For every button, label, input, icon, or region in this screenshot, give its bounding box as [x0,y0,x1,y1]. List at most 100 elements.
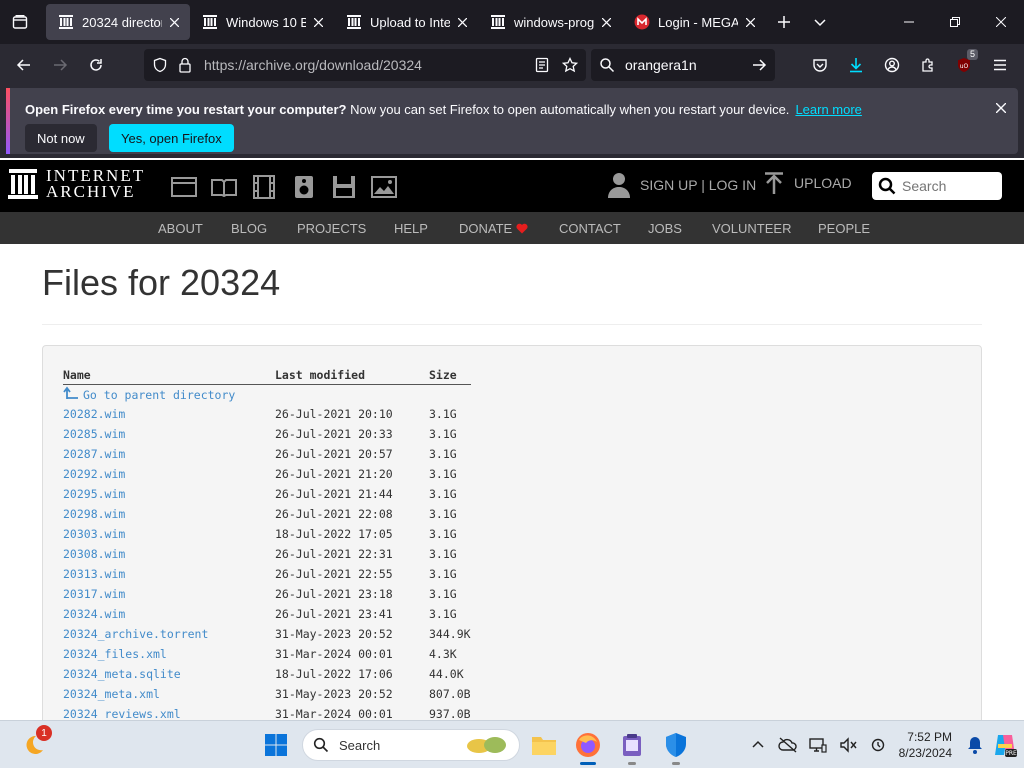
lock-icon[interactable] [178,57,192,73]
widgets-button[interactable]: 1 [18,725,52,761]
bookmark-star-icon[interactable] [562,57,578,73]
file-link[interactable]: 20324_meta.xml [63,687,160,701]
audio-media-button[interactable] [284,174,324,200]
ia-signin[interactable]: SIGN UP | LOG IN [608,172,756,198]
defender-taskbar-button[interactable] [660,729,692,765]
file-link[interactable]: 20317.wim [63,587,125,601]
nav-volunteer[interactable]: VOLUNTEER [712,221,791,236]
file-link[interactable]: 20308.wim [63,547,125,561]
texts-media-button[interactable] [204,174,244,200]
browser-tab[interactable]: Upload to Intern [334,4,478,40]
yes-open-firefox-button[interactable]: Yes, open Firefox [109,124,234,152]
nav-projects[interactable]: PROJECTS [297,221,366,236]
nav-contact[interactable]: CONTACT [559,221,621,236]
software-media-button[interactable] [324,174,364,200]
web-media-button[interactable] [164,174,204,200]
table-row: 20308.wim 26-Jul-2021 22:31 3.1G [63,544,471,564]
volume-button[interactable] [833,730,863,760]
file-link[interactable]: 20282.wim [63,407,125,421]
up-arrow-icon [63,386,78,400]
file-link[interactable]: 20324_meta.sqlite [63,667,181,681]
ia-upload[interactable]: UPLOAD [764,172,852,194]
new-tab-button[interactable] [766,4,802,40]
nav-jobs[interactable]: JOBS [648,221,682,236]
file-link[interactable]: 20303.wim [63,527,125,541]
file-link[interactable]: 20295.wim [63,487,125,501]
svg-text:PRE: PRE [1005,750,1017,757]
tab-close-button[interactable] [454,14,470,30]
downloads-button[interactable] [838,49,874,81]
search-query[interactable]: orangera1n [625,57,751,73]
show-hidden-icons-button[interactable] [743,730,773,760]
go-arrow-icon[interactable] [751,57,767,73]
file-explorer-button[interactable] [528,729,560,761]
notification-close-button[interactable] [995,100,1007,117]
parent-directory-link[interactable]: Go to parent directory [63,386,235,402]
account-button[interactable] [874,49,910,81]
tab-close-button[interactable] [166,14,182,30]
file-link[interactable]: 20324_files.xml [63,647,167,661]
ia-search-input[interactable] [902,178,992,194]
restore-button[interactable] [932,0,978,44]
not-now-button[interactable]: Not now [25,124,97,152]
nav-donate[interactable]: DONATE [459,221,528,236]
file-link[interactable]: 20324_reviews.xml [63,707,181,720]
file-link[interactable]: 20313.wim [63,567,125,581]
notifications-button[interactable] [960,730,990,760]
network-button[interactable] [803,730,833,760]
firefox-view-button[interactable] [0,0,40,44]
image-icon [371,176,397,198]
tracking-protection-shield-icon[interactable] [152,57,168,73]
browser-tab[interactable]: windows-progra [478,4,622,40]
browser-tab[interactable]: 20324 directory [46,4,190,40]
signin-label[interactable]: SIGN UP | LOG IN [640,177,756,193]
file-modified-cell: 26-Jul-2021 23:41 [275,607,393,621]
table-row: 20324_files.xml 31-Mar-2024 00:01 4.3K [63,644,471,664]
url-bar[interactable]: https://archive.org/download/20324 [144,49,586,81]
search-bar[interactable]: orangera1n [591,49,775,81]
clock[interactable]: 7:52 PM 8/23/2024 [899,729,952,761]
browser-tab[interactable]: Windows 10 Bui [190,4,334,40]
notepad-taskbar-button[interactable] [616,729,648,765]
nav-blog[interactable]: BLOG [231,221,267,236]
pocket-button[interactable] [802,49,838,81]
file-link[interactable]: 20298.wim [63,507,125,521]
taskbar-search[interactable]: Search [302,729,520,761]
file-link[interactable]: 20324.wim [63,607,125,621]
learn-more-link[interactable]: Learn more [795,102,861,117]
onedrive-button[interactable] [773,730,803,760]
minimize-button[interactable] [886,0,932,44]
copilot-button[interactable]: PRE [990,730,1020,760]
file-link[interactable]: 20287.wim [63,447,125,461]
ia-logo[interactable]: INTERNET ARCHIVE [8,167,145,200]
upload-label[interactable]: UPLOAD [794,175,852,191]
file-link[interactable]: 20292.wim [63,467,125,481]
extensions-button[interactable] [910,49,946,81]
start-button[interactable] [260,729,292,761]
tab-close-button[interactable] [310,14,326,30]
nav-people[interactable]: PEOPLE [818,221,870,236]
reader-view-icon[interactable] [534,57,550,73]
ia-search-box[interactable] [872,172,1002,200]
url-text[interactable]: https://archive.org/download/20324 [204,57,534,73]
file-link[interactable]: 20324_archive.torrent [63,627,208,641]
app-menu-button[interactable] [982,49,1018,81]
video-media-button[interactable] [244,174,284,200]
file-link[interactable]: 20285.wim [63,427,125,441]
ublock-origin-button[interactable]: uO 5 [946,49,982,81]
file-name-cell: 20295.wim [63,484,275,504]
nav-about[interactable]: ABOUT [158,221,203,236]
images-media-button[interactable] [364,174,404,200]
language-button[interactable] [863,730,893,760]
back-button[interactable] [6,49,42,81]
forward-button[interactable] [42,49,78,81]
list-all-tabs-button[interactable] [802,4,838,40]
firefox-taskbar-button[interactable] [572,729,604,765]
nav-help[interactable]: HELP [394,221,428,236]
reload-button[interactable] [78,49,114,81]
table-row: 20324_archive.torrent 31-May-2023 20:52 34… [63,624,471,644]
tab-close-button[interactable] [598,14,614,30]
browser-tab[interactable]: Login - MEGA [622,4,766,40]
close-window-button[interactable] [978,0,1024,44]
tab-close-button[interactable] [742,14,758,30]
